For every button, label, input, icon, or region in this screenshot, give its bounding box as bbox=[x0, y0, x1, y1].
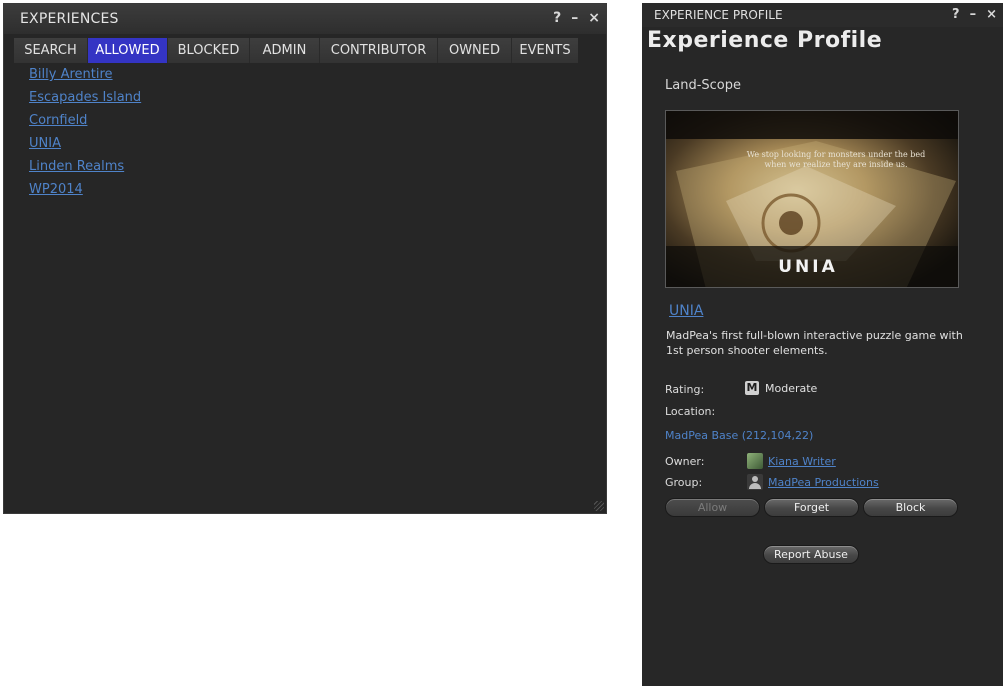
owner-link[interactable]: Kiana Writer bbox=[768, 455, 836, 468]
page-title: Experience Profile bbox=[647, 28, 883, 53]
tab-search[interactable]: SEARCH bbox=[14, 38, 88, 63]
image-caption-line1: We stop looking for monsters under the b… bbox=[747, 150, 925, 159]
window-title: EXPERIENCES bbox=[20, 11, 119, 27]
experience-tabs: SEARCH ALLOWED BLOCKED ADMIN CONTRIBUTOR… bbox=[14, 38, 578, 63]
forget-button[interactable]: Forget bbox=[764, 498, 859, 517]
rating-text: Moderate bbox=[765, 381, 818, 395]
tab-allowed[interactable]: ALLOWED bbox=[88, 38, 168, 63]
tab-admin[interactable]: ADMIN bbox=[250, 38, 320, 63]
resize-handle[interactable] bbox=[594, 501, 604, 511]
image-logo: UNIA bbox=[778, 257, 838, 277]
experience-list: Billy Arentire Escapades Island Cornfiel… bbox=[29, 65, 141, 203]
list-item[interactable]: Billy Arentire bbox=[29, 65, 141, 88]
rating-value: M Moderate bbox=[745, 381, 817, 395]
rating-label: Rating: bbox=[665, 383, 705, 396]
profile-titlebar[interactable]: EXPERIENCE PROFILE ? – × bbox=[642, 3, 1003, 27]
owner-field: Kiana Writer bbox=[747, 453, 836, 469]
location-link[interactable]: MadPea Base (212,104,22) bbox=[665, 429, 813, 442]
list-item[interactable]: Escapades Island bbox=[29, 88, 141, 111]
maturity-icon: M bbox=[745, 381, 759, 395]
report-abuse-button[interactable]: Report Abuse bbox=[763, 545, 859, 564]
window-controls: ? – × bbox=[553, 10, 600, 26]
location-label: Location: bbox=[665, 405, 716, 418]
group-icon bbox=[747, 474, 763, 490]
help-icon[interactable]: ? bbox=[553, 10, 561, 26]
experience-name-link[interactable]: UNIA bbox=[669, 303, 703, 319]
close-icon[interactable]: × bbox=[986, 7, 997, 23]
group-label: Group: bbox=[665, 476, 703, 489]
image-caption-line2: when we realize they are inside us. bbox=[764, 160, 907, 169]
list-item[interactable]: WP2014 bbox=[29, 180, 141, 203]
window-title: EXPERIENCE PROFILE bbox=[654, 8, 783, 22]
group-link[interactable]: MadPea Productions bbox=[768, 476, 879, 489]
experiences-window: EXPERIENCES ? – × SEARCH ALLOWED BLOCKED… bbox=[3, 3, 607, 514]
experience-category: Land-Scope bbox=[665, 78, 741, 93]
experience-artwork: We stop looking for monsters under the b… bbox=[666, 111, 958, 287]
group-field: MadPea Productions bbox=[747, 474, 879, 490]
tab-contributor[interactable]: CONTRIBUTOR bbox=[320, 38, 438, 63]
owner-label: Owner: bbox=[665, 455, 705, 468]
avatar-icon bbox=[747, 453, 763, 469]
experiences-titlebar[interactable]: EXPERIENCES ? – × bbox=[4, 4, 606, 34]
help-icon[interactable]: ? bbox=[952, 7, 960, 23]
experience-profile-window: EXPERIENCE PROFILE ? – × Experience Prof… bbox=[642, 3, 1003, 686]
tab-events[interactable]: EVENTS bbox=[512, 38, 578, 63]
experience-image: We stop looking for monsters under the b… bbox=[665, 110, 959, 288]
minimize-icon[interactable]: – bbox=[970, 7, 977, 23]
window-controls: ? – × bbox=[952, 7, 997, 23]
tab-owned[interactable]: OWNED bbox=[438, 38, 512, 63]
list-item[interactable]: UNIA bbox=[29, 134, 141, 157]
list-item[interactable]: Linden Realms bbox=[29, 157, 141, 180]
block-button[interactable]: Block bbox=[863, 498, 958, 517]
list-item[interactable]: Cornfield bbox=[29, 111, 141, 134]
close-icon[interactable]: × bbox=[588, 10, 600, 26]
experience-description: MadPea's first full-blown interactive pu… bbox=[666, 329, 963, 357]
allow-button[interactable]: Allow bbox=[665, 498, 760, 517]
tab-blocked[interactable]: BLOCKED bbox=[168, 38, 250, 63]
minimize-icon[interactable]: – bbox=[571, 10, 578, 26]
